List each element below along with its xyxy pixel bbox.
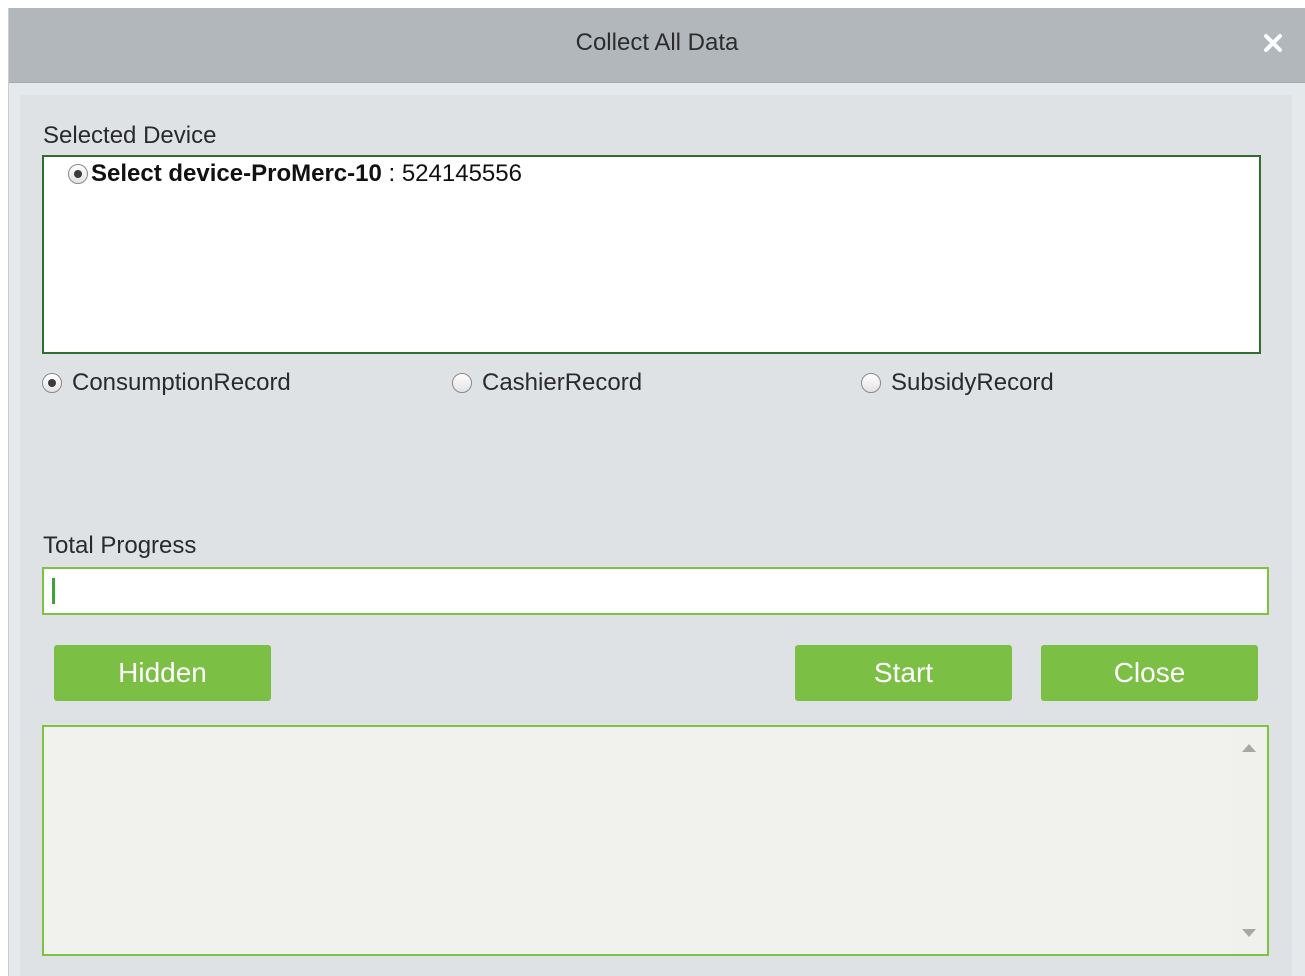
scroll-down-arrow-icon[interactable]	[1242, 929, 1256, 937]
scroll-up-arrow-icon[interactable]	[1242, 744, 1256, 752]
radio-label: ConsumptionRecord	[72, 369, 291, 396]
radio-button[interactable]	[861, 373, 881, 393]
dialog-titlebar[interactable]: Collect All Data	[9, 8, 1305, 83]
progress-fill	[52, 578, 55, 604]
close-x-icon[interactable]	[1259, 29, 1287, 57]
dialog-content: Selected Device Select device-ProMerc-10…	[20, 95, 1292, 976]
device-serial: 524145556	[401, 160, 522, 187]
log-scrollbar[interactable]	[1231, 727, 1267, 954]
radio-label: CashierRecord	[482, 369, 643, 396]
log-output-area[interactable]	[42, 725, 1269, 956]
start-button[interactable]: Start	[795, 645, 1012, 701]
radio-subsidy-record[interactable]: SubsidyRecord	[861, 369, 1054, 397]
device-radio[interactable]	[68, 164, 88, 184]
collect-all-data-dialog: Collect All Data Selected Device Select …	[8, 8, 1305, 976]
selected-device-list: Select device-ProMerc-10 : 524145556	[42, 155, 1261, 354]
device-separator: :	[381, 160, 402, 187]
total-progress-bar	[42, 567, 1269, 615]
radio-button[interactable]	[452, 373, 472, 393]
dialog-title: Collect All Data	[575, 29, 739, 56]
radio-cashier-record[interactable]: CashierRecord	[452, 369, 642, 397]
radio-consumption-record[interactable]: ConsumptionRecord	[42, 369, 291, 397]
total-progress-label: Total Progress	[43, 532, 197, 559]
device-name: Select device-ProMerc-10	[91, 160, 382, 187]
device-list-item[interactable]: Select device-ProMerc-10 : 524145556	[68, 160, 522, 188]
hidden-button[interactable]: Hidden	[54, 645, 271, 701]
selected-device-label: Selected Device	[43, 122, 217, 149]
radio-button[interactable]	[42, 373, 62, 393]
close-button[interactable]: Close	[1041, 645, 1258, 701]
radio-label: SubsidyRecord	[891, 369, 1054, 396]
